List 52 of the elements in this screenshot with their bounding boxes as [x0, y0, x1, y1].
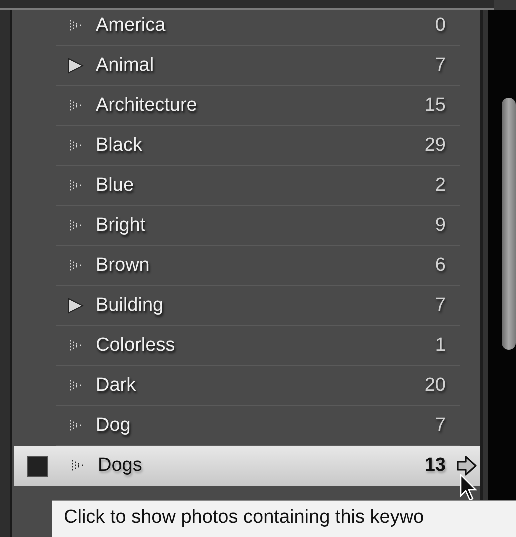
- keyword-name[interactable]: Bright: [96, 215, 436, 237]
- keyword-row[interactable]: Dark 20: [12, 366, 480, 406]
- dotted-triangle-icon: [71, 460, 85, 472]
- keyword-name[interactable]: America: [96, 15, 436, 37]
- keyword-name[interactable]: Dark: [96, 375, 425, 397]
- dotted-triangle-icon: [69, 180, 83, 192]
- dotted-triangle-icon: [69, 380, 83, 392]
- keyword-name[interactable]: Animal: [96, 55, 436, 77]
- photo-count: 0: [435, 15, 446, 37]
- photo-count: 7: [435, 55, 446, 77]
- keyword-name[interactable]: Dog: [96, 415, 436, 437]
- keyword-row[interactable]: Brown 6: [12, 246, 480, 286]
- keyword-row[interactable]: Animal 7: [12, 46, 480, 86]
- expand-triangle-icon[interactable]: [68, 58, 84, 74]
- keyword-row[interactable]: Black 29: [12, 126, 480, 166]
- photo-count: 7: [435, 295, 446, 317]
- photo-count: 2: [435, 175, 446, 197]
- keyword-row[interactable]: Architecture 15: [12, 86, 480, 126]
- keyword-name[interactable]: Colorless: [96, 335, 436, 357]
- keyword-row[interactable]: Building 7: [12, 286, 480, 326]
- photo-count: 13: [424, 455, 446, 477]
- photo-count: 15: [424, 95, 446, 117]
- photo-count: 20: [424, 375, 446, 397]
- keyword-name[interactable]: Blue: [96, 175, 436, 197]
- keyword-name[interactable]: Architecture: [96, 95, 425, 117]
- keyword-row[interactable]: Blue 2: [12, 166, 480, 206]
- keyword-name[interactable]: Brown: [96, 255, 436, 277]
- keyword-row[interactable]: America 0: [12, 10, 480, 46]
- dotted-triangle-icon: [69, 20, 83, 32]
- photo-count: 6: [435, 255, 446, 277]
- photo-count: 1: [435, 335, 446, 357]
- keyword-row[interactable]: Dog 7: [12, 406, 480, 446]
- keyword-name[interactable]: Black: [96, 135, 425, 157]
- dotted-triangle-icon: [69, 220, 83, 232]
- photo-count: 29: [424, 135, 446, 157]
- arrow-right-icon[interactable]: [456, 455, 478, 477]
- keyword-applied-checkbox[interactable]: [27, 456, 48, 476]
- dotted-triangle-icon: [69, 140, 83, 152]
- tooltip: Click to show photos containing this keywo: [52, 500, 516, 537]
- scrollbar-thumb[interactable]: [502, 98, 516, 350]
- photo-count: 9: [435, 215, 446, 237]
- keyword-row[interactable]: Bright 9: [12, 206, 480, 246]
- dotted-triangle-icon: [69, 100, 83, 112]
- dotted-triangle-icon: [69, 340, 83, 352]
- expand-triangle-icon[interactable]: [68, 298, 84, 314]
- dotted-triangle-icon: [69, 260, 83, 272]
- mouse-pointer-icon: [460, 474, 480, 502]
- dotted-triangle-icon: [69, 420, 83, 432]
- keyword-row[interactable]: Colorless 1: [12, 326, 480, 366]
- photo-count: 7: [435, 415, 446, 437]
- keyword-name[interactable]: Building: [96, 295, 436, 317]
- keyword-name[interactable]: Dogs: [98, 455, 425, 477]
